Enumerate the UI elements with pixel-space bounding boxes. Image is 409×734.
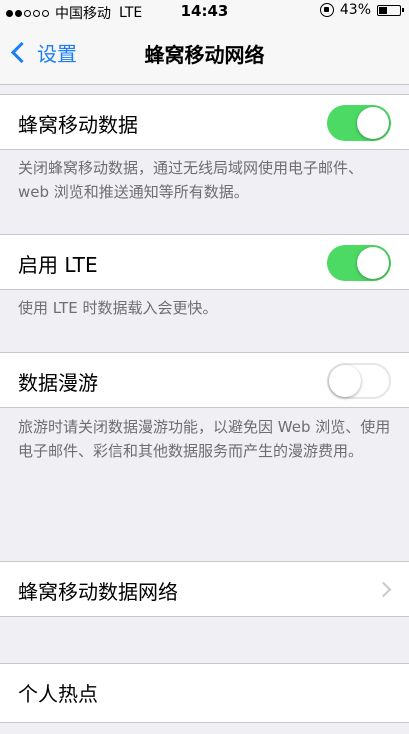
- cellular-data-label: 蜂窝移动数据: [18, 113, 138, 137]
- data-roaming-row: 数据漫游: [0, 352, 409, 408]
- cellular-data-footer: 关闭蜂窝移动数据，通过无线局域网使用电子邮件、web 浏览和推送通知等所有数据。: [18, 159, 364, 201]
- rotation-lock-icon: [319, 3, 334, 17]
- switch-knob: [329, 365, 361, 397]
- data-roaming-label: 数据漫游: [18, 371, 98, 395]
- cellular-data-network-row[interactable]: 蜂窝移动数据网络: [0, 561, 409, 617]
- switch-knob: [357, 247, 389, 279]
- page-title: 蜂窝移动网络: [144, 43, 265, 67]
- navigation-bar: 设置 蜂窝移动网络: [0, 22, 409, 85]
- status-bar: 中国移动 LTE 14:43 43%: [0, 0, 409, 22]
- enable-lte-row: 启用 LTE: [0, 234, 409, 290]
- battery-percent: 43%: [339, 2, 371, 18]
- battery-icon: [377, 4, 404, 16]
- switch-knob: [357, 107, 389, 139]
- data-roaming-switch[interactable]: [327, 363, 391, 399]
- chevron-right-icon: [375, 581, 392, 598]
- cellular-data-switch[interactable]: [327, 105, 391, 141]
- enable-lte-footer: 使用 LTE 时数据载入会更快。: [18, 299, 218, 317]
- personal-hotspot-row[interactable]: 个人热点: [0, 663, 409, 723]
- cellular-data-row: 蜂窝移动数据: [0, 94, 409, 150]
- data-roaming-footer: 旅游时请关闭数据漫游功能，以避免因 Web 浏览、使用电子邮件、彩信和其他数据服…: [18, 418, 391, 460]
- battery-fill: [379, 6, 387, 14]
- enable-lte-label: 启用 LTE: [18, 253, 98, 277]
- personal-hotspot-label: 个人热点: [18, 682, 98, 706]
- enable-lte-switch[interactable]: [327, 245, 391, 281]
- cellular-data-network-label: 蜂窝移动数据网络: [18, 580, 178, 604]
- status-right: 43%: [319, 2, 404, 18]
